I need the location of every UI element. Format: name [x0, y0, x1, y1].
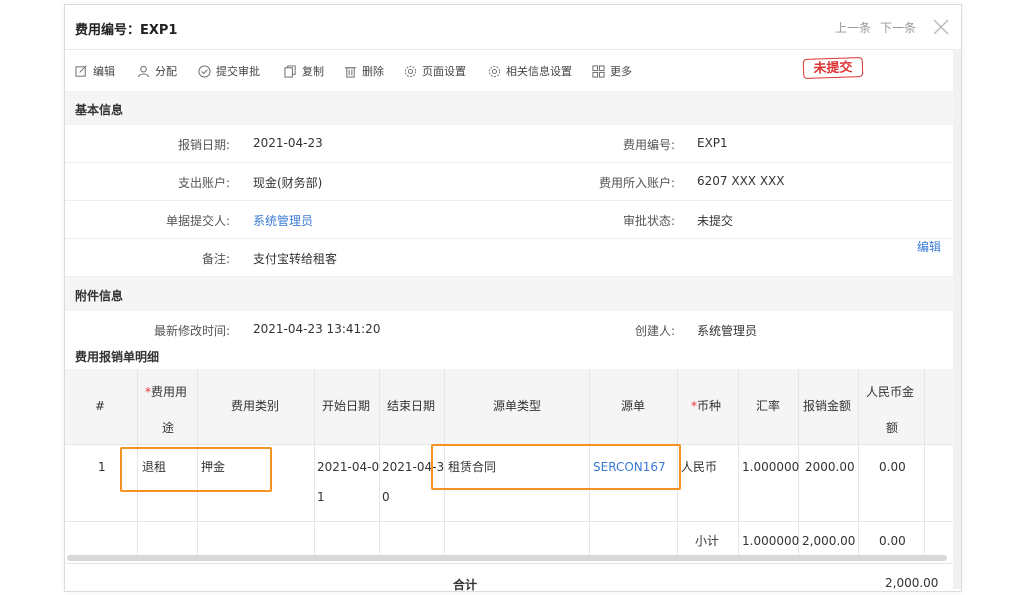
copy-label: 复制: [302, 65, 324, 78]
header-rate: 汇率: [756, 399, 781, 413]
field-row: 单据提交人: 系统管理员 审批状态: 未提交: [65, 201, 953, 239]
header-source: 源单: [621, 399, 646, 413]
trash-icon: [344, 66, 357, 78]
grid-icon: [592, 64, 605, 78]
submitter-link[interactable]: 系统管理员: [253, 212, 313, 229]
highlight-box-usage-category: [120, 447, 272, 492]
row-end-date-line2: 0: [382, 490, 390, 504]
check-circle-icon: [198, 64, 211, 78]
edit-button[interactable]: 编辑: [75, 63, 115, 79]
more-button[interactable]: 更多: [592, 63, 632, 79]
row-currency: 人民币: [681, 460, 718, 474]
delete-button[interactable]: 删除: [344, 63, 384, 79]
creator-label: 创建人:: [634, 324, 675, 338]
horizontal-scrollbar[interactable]: [67, 555, 947, 561]
modified-time-value: 2021-04-23 13:41:20: [253, 322, 381, 336]
total-label: 合计: [453, 578, 478, 592]
report-date-value: 2021-04-23: [253, 136, 323, 150]
title-bar: 费用编号：EXP1 上一条 下一条: [65, 5, 961, 50]
field-row: 备注: 支付宝转给租客: [65, 239, 953, 277]
vertical-scrollbar[interactable]: [953, 49, 961, 589]
total-row: 合计 2,000.00: [65, 563, 953, 592]
expense-no-value: EXP1: [697, 136, 728, 150]
detail-table: # *费用用 途 费用类别 开始日期 结束日期 源单类型 源单 *币种 汇率 报…: [65, 369, 953, 559]
field-row: 报销日期: 2021-04-23 费用编号: EXP1: [65, 125, 953, 163]
gear-icon: [404, 65, 417, 77]
approval-status-value: 未提交: [697, 214, 734, 228]
copy-button[interactable]: 复制: [284, 63, 324, 79]
page-settings-button[interactable]: 页面设置: [404, 63, 466, 79]
creator-value: 系统管理员: [697, 324, 758, 338]
page-title: 费用编号：EXP1: [75, 23, 178, 38]
expense-account-label: 费用所入账户:: [598, 176, 675, 190]
page-settings-label: 页面设置: [422, 65, 466, 78]
header-source-type: 源单类型: [493, 399, 542, 413]
report-date-label: 报销日期:: [177, 138, 230, 152]
submitter-label: 单据提交人:: [165, 214, 230, 228]
basic-info-header: 基本信息: [65, 91, 953, 125]
toolbar: 编辑 分配 提交审批 复制 删除 页面设置 相关信息设置 更多 未提交: [65, 50, 961, 92]
related-settings-button[interactable]: 相关信息设置: [488, 63, 572, 79]
next-record-link[interactable]: 下一条: [880, 19, 916, 36]
header-end-date: 结束日期: [387, 399, 436, 413]
delete-label: 删除: [362, 65, 384, 78]
total-value: 2,000.00: [885, 576, 939, 590]
assign-label: 分配: [155, 65, 177, 78]
header-currency: *币种: [691, 387, 721, 425]
attachment-info-header: 附件信息: [65, 277, 953, 311]
field-row: 支出账户: 现金(财务部) 费用所入账户: 6207 XXX XXX: [65, 163, 953, 201]
pay-account-label: 支出账户:: [177, 176, 230, 190]
expense-no-label: 费用编号:: [622, 138, 675, 152]
header-usage: *费用用: [145, 373, 187, 411]
pay-account-value: 现金(财务部): [253, 176, 323, 190]
expense-detail-panel: 费用编号：EXP1 上一条 下一条 编辑 分配 提交审批 复制 删除 页面设置 …: [64, 4, 962, 592]
remark-label: 备注:: [201, 252, 230, 266]
header-usage-line1: 费用用: [151, 385, 188, 399]
related-settings-label: 相关信息设置: [506, 65, 572, 78]
header-currency-label: 币种: [697, 399, 722, 413]
header-category: 费用类别: [231, 399, 280, 413]
header-start-date: 开始日期: [322, 399, 371, 413]
row-amount: 2000.00: [805, 460, 855, 474]
basic-info-title: 基本信息: [75, 103, 124, 117]
gear-icon: [488, 65, 501, 77]
field-row: 最新修改时间: 2021-04-23 13:41:20 创建人: 系统管理员: [65, 311, 953, 348]
header-usage-line2: 途: [162, 421, 175, 435]
status-stamp: 未提交: [802, 56, 864, 80]
header-rmb-line2: 额: [886, 421, 899, 435]
header-index: #: [95, 399, 106, 413]
detail-title: 费用报销单明细: [75, 350, 160, 364]
assign-button[interactable]: 分配: [137, 63, 177, 79]
approval-status-label: 审批状态:: [622, 214, 675, 228]
submit-approval-button[interactable]: 提交审批: [198, 63, 260, 79]
row-rate: 1.000000: [742, 460, 800, 474]
remark-value: 支付宝转给租客: [253, 252, 338, 266]
edit-icon: [75, 65, 87, 77]
expense-account-value: 6207 XXX XXX: [697, 174, 785, 188]
header-rmb-line1: 人民币金: [866, 385, 915, 399]
edit-remark-link[interactable]: 编辑: [917, 238, 941, 255]
row-start-date-line1: 2021-04-0: [317, 460, 380, 474]
edit-label: 编辑: [93, 65, 115, 78]
attachment-info-title: 附件信息: [75, 289, 124, 303]
row-rmb: 0.00: [879, 460, 906, 474]
submit-approval-label: 提交审批: [216, 65, 260, 78]
close-icon[interactable]: [931, 17, 951, 37]
copy-icon: [284, 64, 296, 78]
user-icon: [137, 65, 150, 77]
row-start-date-line2: 1: [317, 490, 325, 504]
modified-time-label: 最新修改时间:: [153, 324, 230, 338]
prev-record-link[interactable]: 上一条: [835, 19, 871, 36]
more-label: 更多: [610, 65, 632, 78]
highlight-box-source: [431, 444, 681, 490]
row-index: 1: [98, 460, 106, 474]
header-amount: 报销金额: [803, 399, 852, 413]
